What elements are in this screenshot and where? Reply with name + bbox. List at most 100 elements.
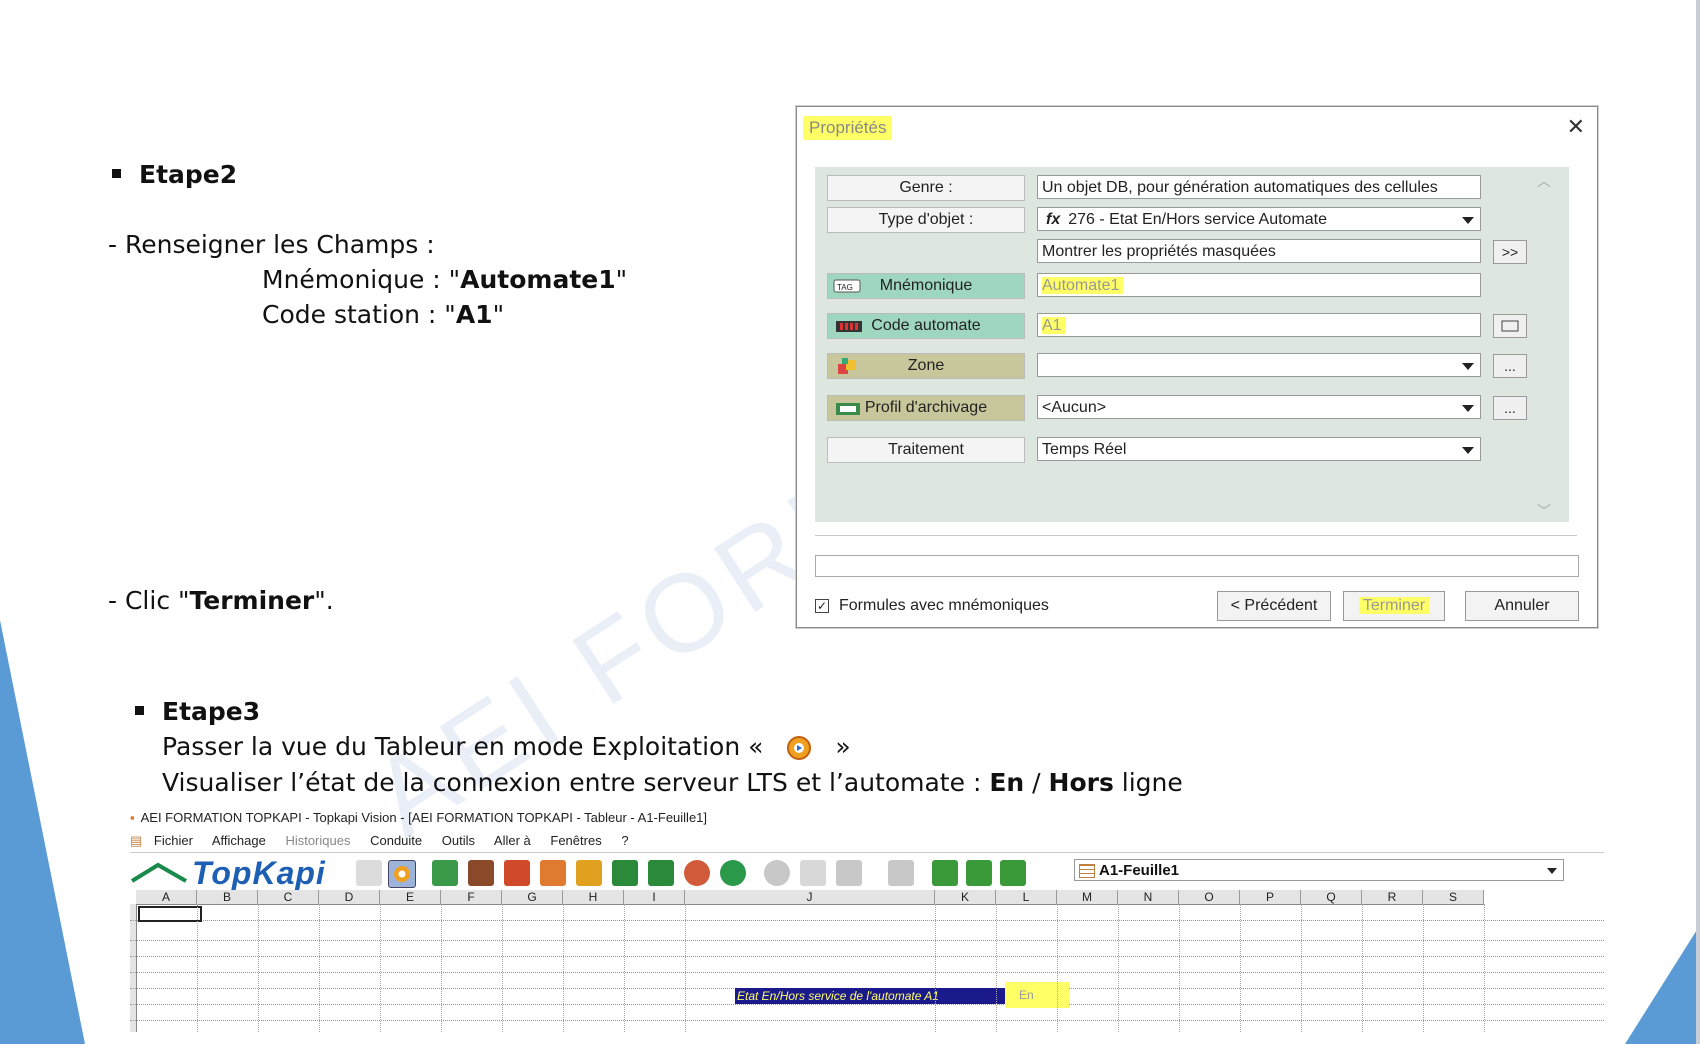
menu-aller-a[interactable]: Aller à	[494, 833, 531, 848]
column-header-s[interactable]: S	[1423, 890, 1484, 905]
grid-row-line	[130, 940, 1604, 941]
checkbox-icon[interactable]: ✓	[815, 598, 829, 613]
sheet-select[interactable]: A1-Feuille1	[1074, 859, 1564, 881]
column-header-l[interactable]: L	[996, 890, 1057, 905]
mnemo-prefix: Mnémonique : "	[262, 265, 461, 294]
menu-outils[interactable]: Outils	[442, 833, 475, 848]
menu-historiques[interactable]: Historiques	[285, 833, 350, 848]
zoom-icon[interactable]	[764, 860, 790, 886]
menu-fenetres[interactable]: Fenêtres	[550, 833, 601, 848]
column-header-b[interactable]: B	[197, 890, 258, 905]
show-hidden-button[interactable]: >>	[1493, 240, 1527, 264]
column-header-j[interactable]: J	[685, 890, 935, 905]
type-select[interactable]: fx 276 - Etat En/Hors service Automate	[1037, 207, 1481, 231]
grid-col-line	[197, 904, 198, 1032]
grid-col-line	[935, 904, 936, 1032]
column-header-n[interactable]: N	[1118, 890, 1179, 905]
download-icon[interactable]	[966, 860, 992, 886]
traitement-select[interactable]: Temps Réel	[1037, 437, 1481, 461]
mnemo-value: Automate1	[460, 265, 616, 294]
column-header-p[interactable]: P	[1240, 890, 1301, 905]
camera-icon[interactable]	[468, 860, 494, 886]
tag-icon: TAG	[833, 279, 861, 293]
mnemo-input[interactable]: Automate1	[1037, 273, 1481, 297]
visualiser-suffix: ligne	[1113, 768, 1183, 797]
alarm-icon[interactable]	[576, 860, 602, 886]
column-header-e[interactable]: E	[380, 890, 441, 905]
fx-icon: fx	[1046, 211, 1061, 228]
selected-cell[interactable]	[138, 906, 202, 922]
clock-icon[interactable]	[720, 860, 746, 886]
status-value-cell[interactable]: En	[1005, 982, 1069, 1008]
scroll-up-icon[interactable]: ︿	[1537, 171, 1551, 191]
finish-button[interactable]: Terminer	[1343, 591, 1445, 621]
chevron-down-icon	[1462, 217, 1474, 224]
print-icon[interactable]	[432, 860, 458, 886]
exploitation-toolbar-icon[interactable]	[388, 860, 416, 888]
type-value: 276 - Etat En/Hors service Automate	[1068, 211, 1328, 228]
column-header-d[interactable]: D	[319, 890, 380, 905]
menu-conduite[interactable]: Conduite	[370, 833, 422, 848]
scroll-down-icon[interactable]: ﹀	[1537, 501, 1551, 521]
column-header-a[interactable]: A	[136, 890, 197, 905]
zone-select[interactable]	[1037, 353, 1481, 377]
grid-col-line	[685, 904, 686, 1032]
status-label-cell[interactable]: Etat En/Hors service de l'automate A1	[735, 988, 1005, 1004]
profil-label-text: Profil d'archivage	[864, 399, 988, 416]
zone-more-button[interactable]: ...	[1493, 354, 1527, 378]
browse-button[interactable]	[1493, 314, 1527, 338]
status-value: En	[1019, 988, 1034, 1002]
column-header-m[interactable]: M	[1057, 890, 1118, 905]
truck-icon[interactable]	[612, 860, 638, 886]
column-header-g[interactable]: G	[502, 890, 563, 905]
menu-fichier[interactable]: Fichier	[154, 833, 193, 848]
column-header-o[interactable]: O	[1179, 890, 1240, 905]
etape3-label: Etape3	[162, 697, 261, 726]
passer-suffix: »	[835, 732, 851, 761]
windows-icon[interactable]	[1000, 860, 1026, 886]
code-input[interactable]: A1	[1037, 313, 1481, 337]
formules-checkbox[interactable]: ✓ Formules avec mnémoniques	[815, 597, 1049, 615]
clic-instruction: - Clic "Terminer".	[108, 586, 334, 615]
mnemo-label-text: Mnémonique	[879, 277, 973, 294]
upload-icon[interactable]	[932, 860, 958, 886]
column-header-f[interactable]: F	[441, 890, 502, 905]
grid-col-line	[1423, 904, 1424, 1032]
grid-icon[interactable]	[648, 860, 674, 886]
decor-triangle-right	[1625, 925, 1700, 1044]
redo-icon[interactable]	[888, 860, 914, 886]
mnemo-instruction: Mnémonique : "Automate1"	[262, 265, 627, 294]
topkapi-logo: TopKapi	[192, 855, 326, 891]
clic-suffix: ".	[314, 586, 334, 615]
chevron-down-icon	[1462, 405, 1474, 412]
grid-col-line	[1362, 904, 1363, 1032]
undo-icon[interactable]	[836, 860, 862, 886]
globe-icon[interactable]	[684, 860, 710, 886]
column-header-q[interactable]: Q	[1301, 890, 1362, 905]
column-header-r[interactable]: R	[1362, 890, 1423, 905]
previous-button[interactable]: < Précédent	[1217, 591, 1331, 621]
mnemo-label: TAG Mnémonique	[827, 273, 1025, 299]
column-header-k[interactable]: K	[935, 890, 996, 905]
table-icon[interactable]	[540, 860, 566, 886]
menu-help[interactable]: ?	[621, 833, 628, 848]
column-header-i[interactable]: I	[624, 890, 685, 905]
masquees-field: Montrer les propriétés masquées	[1037, 239, 1481, 263]
dialog-title: Propriétés	[803, 116, 893, 140]
grid-col-line	[1118, 904, 1119, 1032]
cancel-button[interactable]: Annuler	[1465, 591, 1579, 621]
close-icon[interactable]: ✕	[1567, 115, 1585, 140]
profil-more-button[interactable]: ...	[1493, 396, 1527, 420]
etape2-label: Etape2	[139, 160, 238, 189]
profil-select[interactable]: <Aucun>	[1037, 395, 1481, 419]
move-icon[interactable]	[800, 860, 826, 886]
traitement-label: Traitement	[827, 437, 1025, 463]
shapes-icon[interactable]	[504, 860, 530, 886]
column-header-c[interactable]: C	[258, 890, 319, 905]
menu-affichage[interactable]: Affichage	[212, 833, 266, 848]
column-header-h[interactable]: H	[563, 890, 624, 905]
grid-row-line	[130, 920, 1604, 921]
code-label-text: Code automate	[871, 317, 981, 334]
save-icon[interactable]	[356, 860, 382, 886]
svg-text:TAG: TAG	[837, 283, 853, 292]
